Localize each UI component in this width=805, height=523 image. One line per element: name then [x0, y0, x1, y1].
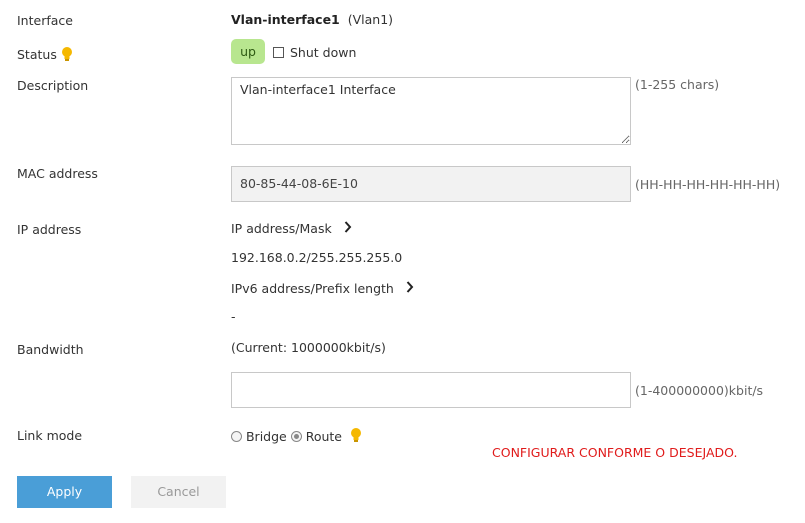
mac-field: 80-85-44-08-6E-10 — [231, 166, 631, 202]
ipv4-link-label: IP address/Mask — [231, 221, 332, 236]
bandwidth-label: Bandwidth — [17, 342, 84, 357]
chevron-right-icon — [344, 221, 352, 236]
lightbulb-icon[interactable] — [350, 427, 362, 446]
radio-route-label: Route — [305, 429, 342, 444]
shutdown-checkbox[interactable] — [273, 47, 284, 58]
radio-bridge-circle[interactable] — [231, 431, 242, 442]
interface-label: Interface — [17, 13, 73, 28]
ipv6-link[interactable]: IPv6 address/Prefix length — [231, 280, 414, 296]
apply-button[interactable]: Apply — [17, 476, 112, 508]
cancel-button[interactable]: Cancel — [131, 476, 226, 508]
status-row-label: Status — [17, 46, 73, 65]
description-hint: (1-255 chars) — [635, 77, 720, 92]
status-label: Status — [17, 47, 57, 62]
radio-bridge-label: Bridge — [245, 429, 287, 444]
description-textarea[interactable]: Vlan-interface1 Interface — [231, 77, 631, 145]
shutdown-label: Shut down — [289, 45, 357, 60]
shutdown-control[interactable]: Shut down — [273, 44, 356, 60]
interface-alias: (Vlan1) — [347, 12, 394, 27]
ip-label: IP address — [17, 222, 82, 237]
link-mode-label: Link mode — [17, 428, 83, 443]
ipv4-value: 192.168.0.2/255.255.255.0 — [231, 250, 403, 265]
ipv6-value: - — [231, 309, 236, 324]
bandwidth-input[interactable] — [231, 372, 631, 408]
chevron-right-icon — [406, 281, 414, 296]
status-badge: up — [231, 39, 265, 64]
ipv6-link-label: IPv6 address/Prefix length — [231, 281, 394, 296]
lightbulb-icon[interactable] — [61, 46, 73, 65]
radio-route-circle[interactable] — [290, 431, 302, 442]
bandwidth-current: (Current: 1000000kbit/s) — [231, 340, 386, 355]
mac-label: MAC address — [17, 166, 98, 181]
mac-hint: (HH-HH-HH-HH-HH-HH) — [635, 177, 781, 192]
link-mode-options: Bridge Route — [231, 427, 362, 446]
interface-value: Vlan-interface1 (Vlan1) — [231, 12, 393, 27]
radio-bridge[interactable]: Bridge — [231, 428, 291, 444]
interface-name: Vlan-interface1 — [231, 12, 340, 27]
bandwidth-hint: (1-400000000)kbit/s — [635, 383, 764, 398]
description-label: Description — [17, 78, 89, 93]
config-note: CONFIGURAR CONFORME O DESEJADO. — [492, 445, 738, 460]
ipv4-link[interactable]: IP address/Mask — [231, 220, 352, 236]
radio-route[interactable]: Route — [290, 428, 346, 444]
